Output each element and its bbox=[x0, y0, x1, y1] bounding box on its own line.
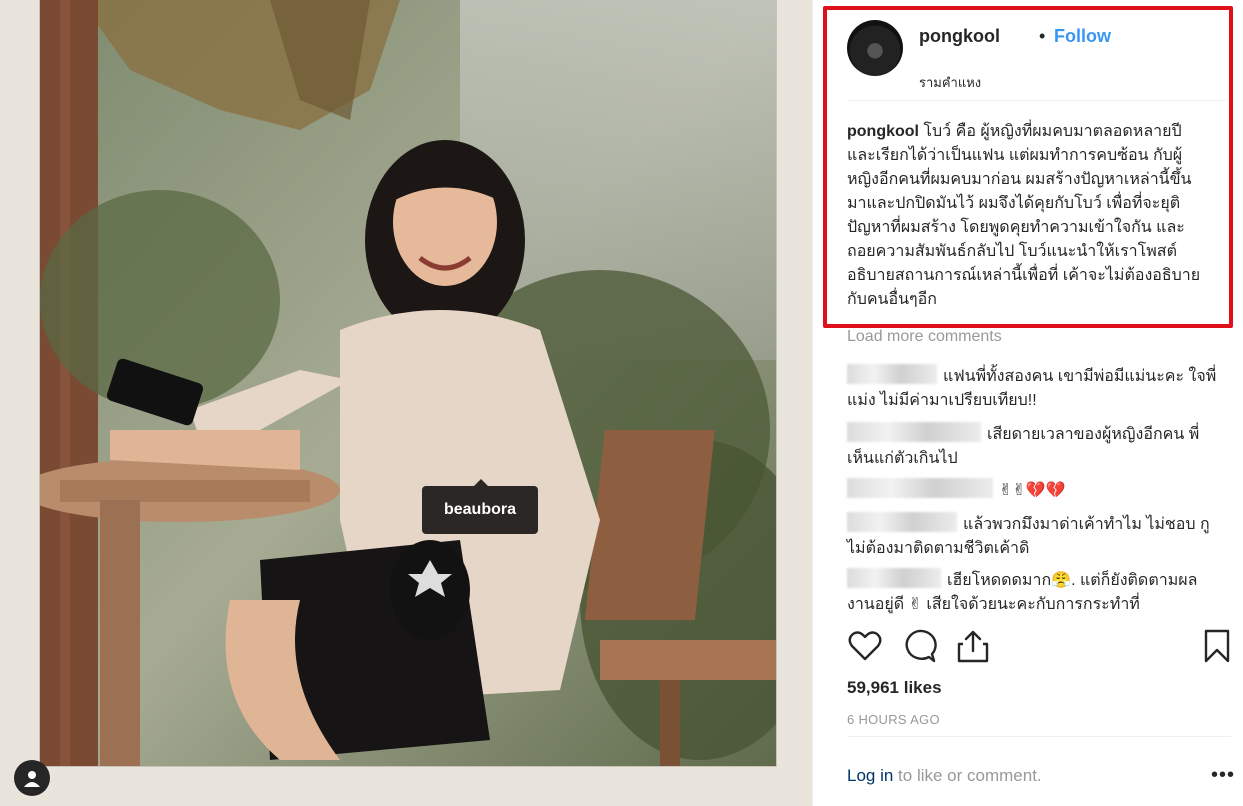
comment-item: แฟนพี่ทั้งสองคน เขามีพ่อมีแม่นะคะ ใจพี่แ… bbox=[847, 364, 1217, 413]
bookmark-icon[interactable] bbox=[1199, 628, 1235, 664]
heart-icon[interactable] bbox=[847, 628, 883, 664]
comment-item: เฮียโหดดดมาก😤. แต่ก็ยังติดตามผลงานอยู่ดี… bbox=[847, 568, 1217, 617]
tagged-users-button[interactable] bbox=[14, 760, 50, 796]
header-divider bbox=[847, 100, 1227, 101]
post-photo[interactable] bbox=[40, 0, 776, 766]
post-photo-panel: beaubora bbox=[0, 0, 812, 806]
share-icon[interactable] bbox=[955, 628, 991, 664]
caption-username[interactable]: pongkool bbox=[847, 123, 919, 140]
header-separator: • bbox=[1039, 26, 1046, 46]
login-prompt: Log in to like or comment. bbox=[847, 766, 1042, 786]
post-action-bar bbox=[847, 628, 1231, 668]
post-location[interactable]: รามคำแหง bbox=[919, 72, 981, 93]
comment-username-blurred[interactable] bbox=[847, 478, 993, 498]
post-side-panel: pongkool • Follow รามคำแหง pongkool โบว์… bbox=[812, 0, 1243, 806]
likes-count[interactable]: 59,961 likes bbox=[847, 678, 942, 698]
comment-item: แล้วพวกมึงมาด่าเค้าทำไม ไม่ชอบ กูไม่ต้อง… bbox=[847, 512, 1217, 561]
post-caption: pongkool โบว์ คือ ผู้หญิงที่ผมคบมาตลอดหล… bbox=[847, 120, 1201, 312]
comment-username-blurred[interactable] bbox=[847, 364, 937, 384]
caption-text: โบว์ คือ ผู้หญิงที่ผมคบมาตลอดหลายปี และเ… bbox=[847, 123, 1201, 308]
post-timestamp[interactable]: 6 HOURS AGO bbox=[847, 712, 940, 727]
comment-text: ✌✌ bbox=[999, 482, 1026, 499]
broken-heart-emoji: 💔💔 bbox=[1025, 482, 1066, 499]
comment-item: เสียดายเวลาของผู้หญิงอีกคน พี่เห็นแก่ตัว… bbox=[847, 422, 1217, 471]
comment-item: ✌✌💔💔 bbox=[847, 478, 1217, 503]
user-tag-label: beaubora bbox=[443, 501, 516, 518]
footer-divider bbox=[847, 736, 1231, 737]
load-more-comments-button[interactable]: Load more comments bbox=[847, 328, 1002, 346]
more-options-button[interactable]: ••• bbox=[1211, 764, 1235, 787]
comment-icon[interactable] bbox=[901, 628, 937, 664]
login-link[interactable]: Log in bbox=[847, 766, 893, 785]
author-avatar[interactable] bbox=[847, 20, 903, 76]
person-icon bbox=[24, 771, 40, 787]
comment-username-blurred[interactable] bbox=[847, 512, 957, 532]
follow-button[interactable]: Follow bbox=[1054, 26, 1111, 47]
photo-scene-illustration bbox=[40, 0, 776, 766]
login-prompt-text: to like or comment. bbox=[893, 766, 1042, 785]
user-tag-tooltip[interactable]: beaubora bbox=[422, 479, 538, 534]
comment-username-blurred[interactable] bbox=[847, 422, 981, 442]
author-username[interactable]: pongkool bbox=[919, 26, 1000, 47]
comment-username-blurred[interactable] bbox=[847, 568, 941, 588]
post-header: pongkool • Follow รามคำแหง bbox=[847, 18, 1227, 98]
